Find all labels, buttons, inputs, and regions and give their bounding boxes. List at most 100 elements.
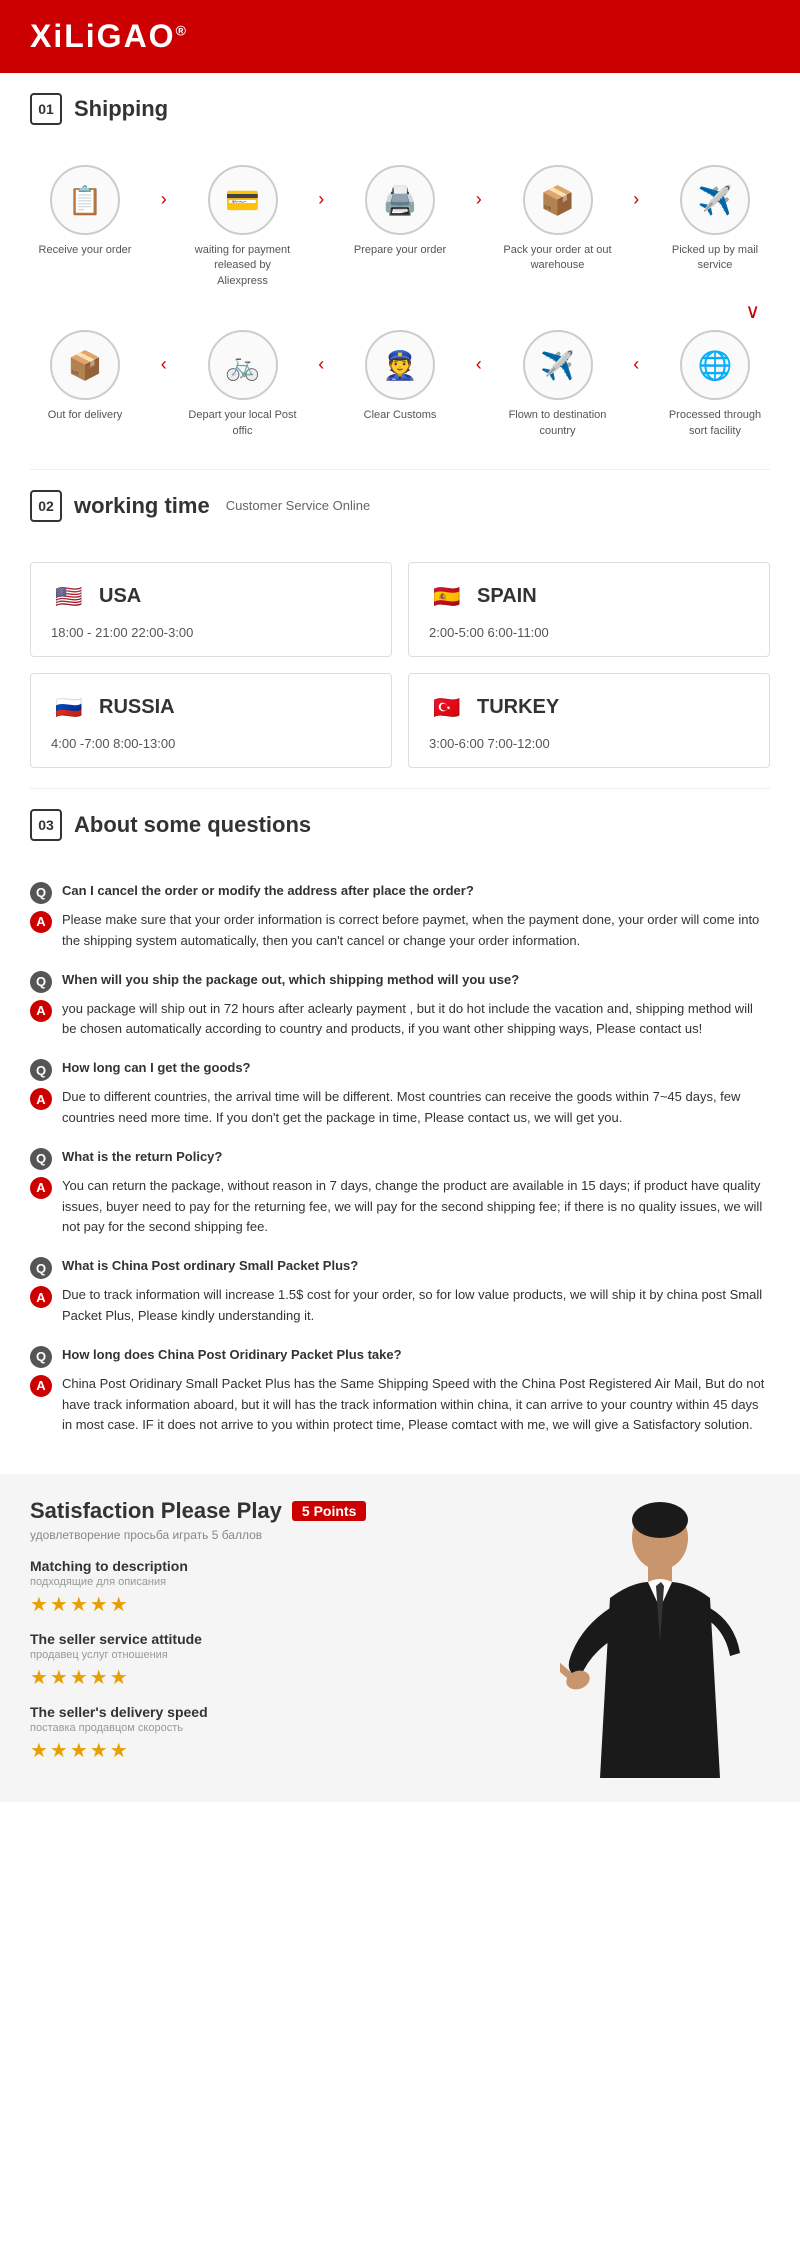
qa-question-4: What is the return Policy?: [62, 1147, 222, 1168]
flow-step-customs: 👮 Clear Customs: [345, 330, 455, 423]
depart-icon: 🚲: [208, 330, 278, 400]
sort-label: Processed through sort facility: [660, 408, 770, 439]
qa-question-2: When will you ship the package out, whic…: [62, 970, 519, 991]
brand-logo: XiLiGAO®: [30, 18, 188, 55]
header: XiLiGAO®: [0, 0, 800, 73]
outdelivery-label: Out for delivery: [48, 408, 123, 423]
country-header-russia: 🇷🇺 RUSSIA: [51, 690, 371, 726]
shipping-flow: 📋 Receive your order › 💳 waiting for pay…: [0, 165, 800, 469]
qa-a-1: A Please make sure that your order infor…: [30, 910, 770, 952]
qa-question-6: How long does China Post Oridinary Packe…: [62, 1345, 402, 1366]
qa-q-1: Q Can I cancel the order or modify the a…: [30, 881, 770, 904]
rating-subtitle-delivery: поставка продавцом скорость: [30, 1722, 530, 1734]
qa-answer-4: You can return the package, without reas…: [62, 1176, 770, 1238]
flow-row-1: 📋 Receive your order › 💳 waiting for pay…: [30, 165, 770, 289]
rating-title-service: The seller service attitude: [30, 1631, 530, 1647]
arrow-3: ›: [476, 189, 482, 210]
spain-flag: 🇪🇸: [429, 579, 465, 615]
qa-q-6: Q How long does China Post Oridinary Pac…: [30, 1345, 770, 1368]
person-figure: [560, 1498, 760, 1778]
qa-item-4: Q What is the return Policy? A You can r…: [30, 1147, 770, 1238]
flow-step-receive: 📋 Receive your order: [30, 165, 140, 258]
flow-step-sort: 🌐 Processed through sort facility: [660, 330, 770, 439]
qa-item-5: Q What is China Post ordinary Small Pack…: [30, 1256, 770, 1327]
country-header-turkey: 🇹🇷 TURKEY: [429, 690, 749, 726]
turkey-times: 3:00-6:00 7:00-12:00: [429, 736, 749, 751]
country-card-usa: 🇺🇸 USA 18:00 - 21:00 22:00-3:00: [30, 562, 392, 657]
qa-q-3: Q How long can I get the goods?: [30, 1058, 770, 1081]
working-label: working time: [74, 493, 210, 519]
payment-label: waiting for payment released by Aliexpre…: [188, 243, 298, 289]
arrow-1: ›: [161, 189, 167, 210]
rating-stars-delivery: ★★★★★: [30, 1738, 530, 1763]
flow-row-2: 📦 Out for delivery ‹ 🚲 Depart your local…: [30, 330, 770, 439]
country-card-turkey: 🇹🇷 TURKEY 3:00-6:00 7:00-12:00: [408, 673, 770, 768]
a-badge-3: A: [30, 1088, 52, 1110]
working-sublabel: Customer Service Online: [226, 498, 371, 513]
a-badge-4: A: [30, 1177, 52, 1199]
country-header-usa: 🇺🇸 USA: [51, 579, 371, 615]
usa-flag: 🇺🇸: [51, 579, 87, 615]
qa-a-5: A Due to track information will increase…: [30, 1285, 770, 1327]
arrow-4: ›: [633, 189, 639, 210]
shipping-section: 01 Shipping: [0, 73, 800, 165]
arrow-8: ‹: [633, 354, 639, 375]
flow-step-outdelivery: 📦 Out for delivery: [30, 330, 140, 423]
a-badge-6: A: [30, 1375, 52, 1397]
qa-q-2: Q When will you ship the package out, wh…: [30, 970, 770, 993]
receive-icon: 📋: [50, 165, 120, 235]
satisfaction-right: [550, 1498, 770, 1778]
qa-section: Q Can I cancel the order or modify the a…: [0, 881, 800, 1474]
a-badge-2: A: [30, 1000, 52, 1022]
russia-times: 4:00 -7:00 8:00-13:00: [51, 736, 371, 751]
rating-subtitle-service: продавец услуг отношения: [30, 1649, 530, 1661]
prepare-icon: 🖨️: [365, 165, 435, 235]
rating-stars-description: ★★★★★: [30, 1592, 530, 1617]
depart-label: Depart your local Post offic: [188, 408, 298, 439]
q-badge-5: Q: [30, 1257, 52, 1279]
qa-q-5: Q What is China Post ordinary Small Pack…: [30, 1256, 770, 1279]
russia-name: RUSSIA: [99, 696, 175, 719]
qa-a-3: A Due to different countries, the arriva…: [30, 1087, 770, 1129]
q-badge-2: Q: [30, 971, 52, 993]
rating-stars-service: ★★★★★: [30, 1665, 530, 1690]
arrow-2: ›: [318, 189, 324, 210]
questions-section: 03 About some questions: [0, 789, 800, 881]
qa-answer-5: Due to track information will increase 1…: [62, 1285, 770, 1327]
q-badge-6: Q: [30, 1346, 52, 1368]
russia-flag: 🇷🇺: [51, 690, 87, 726]
arrow-5: ‹: [161, 354, 167, 375]
qa-item-2: Q When will you ship the package out, wh…: [30, 970, 770, 1041]
customs-label: Clear Customs: [364, 408, 437, 423]
turkey-flag: 🇹🇷: [429, 690, 465, 726]
qa-a-2: A you package will ship out in 72 hours …: [30, 999, 770, 1041]
sort-icon: 🌐: [680, 330, 750, 400]
rating-title-delivery: The seller's delivery speed: [30, 1704, 530, 1720]
satisfaction-left: Satisfaction Please Play 5 Points удовле…: [30, 1498, 530, 1778]
working-title: 02 working time Customer Service Online: [30, 490, 770, 522]
spain-name: SPAIN: [477, 585, 537, 608]
qa-answer-2: you package will ship out in 72 hours af…: [62, 999, 770, 1041]
questions-label: About some questions: [74, 812, 311, 838]
rating-subtitle-description: подходящие для описания: [30, 1576, 530, 1588]
flow-step-pickup: ✈️ Picked up by mail service: [660, 165, 770, 274]
qa-question-1: Can I cancel the order or modify the add…: [62, 881, 474, 902]
country-card-russia: 🇷🇺 RUSSIA 4:00 -7:00 8:00-13:00: [30, 673, 392, 768]
flow-step-payment: 💳 waiting for payment released by Aliexp…: [188, 165, 298, 289]
flow-step-flown: ✈️ Flown to destination country: [503, 330, 613, 439]
flow-step-depart: 🚲 Depart your local Post offic: [188, 330, 298, 439]
questions-title: 03 About some questions: [30, 809, 770, 841]
pack-label: Pack your order at out warehouse: [503, 243, 613, 274]
arrow-6: ‹: [318, 354, 324, 375]
payment-icon: 💳: [208, 165, 278, 235]
shipping-label: Shipping: [74, 96, 168, 122]
shipping-title: 01 Shipping: [30, 93, 770, 125]
pack-icon: 📦: [523, 165, 593, 235]
turkey-name: TURKEY: [477, 696, 559, 719]
qa-item-3: Q How long can I get the goods? A Due to…: [30, 1058, 770, 1129]
flown-label: Flown to destination country: [503, 408, 613, 439]
points-badge: 5 Points: [292, 1501, 366, 1521]
satisfaction-title: Satisfaction Please Play 5 Points: [30, 1498, 530, 1524]
customs-icon: 👮: [365, 330, 435, 400]
pickup-icon: ✈️: [680, 165, 750, 235]
